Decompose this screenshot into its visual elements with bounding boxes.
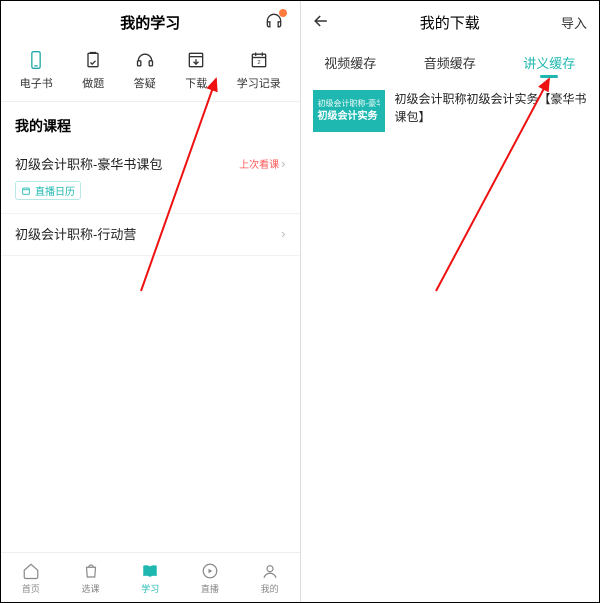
nav-label: 学习记录 <box>237 75 281 91</box>
back-button[interactable] <box>311 11 331 35</box>
nav-practice[interactable]: 做题 <box>82 49 104 91</box>
page-title: 我的下载 <box>420 12 480 33</box>
section-my-courses: 我的课程 <box>1 102 300 144</box>
tab-home[interactable]: 首页 <box>21 561 41 595</box>
tab-courses[interactable]: 选课 <box>81 561 101 595</box>
nav-label: 做题 <box>82 75 104 91</box>
tab-me[interactable]: 我的 <box>260 561 280 595</box>
my-downloads-screen: 我的下载 导入 视频缓存 音频缓存 讲义缓存 初级会计职称-豪华... 初级会计… <box>301 1 600 602</box>
ebook-icon <box>25 49 47 71</box>
nav-qa[interactable]: 答疑 <box>134 49 156 91</box>
nav-ebook[interactable]: 电子书 <box>20 49 53 91</box>
bag-icon <box>81 561 101 581</box>
nav-download[interactable]: 下载 <box>185 49 207 91</box>
my-study-screen: 我的学习 电子书 做题 <box>1 1 300 602</box>
download-title: 初级会计职称初级会计实务【豪华书课包】 <box>395 90 588 126</box>
book-icon <box>140 561 160 581</box>
chevron-right-icon: › <box>281 156 285 171</box>
notification-dot <box>279 9 287 17</box>
course-item[interactable]: 初级会计职称-豪华书课包 上次看课 › 直播日历 <box>1 144 300 214</box>
cache-tabs: 视频缓存 音频缓存 讲义缓存 <box>301 43 600 80</box>
svg-text:2: 2 <box>257 60 260 66</box>
course-item[interactable]: 初级会计职称-行动营 › <box>1 214 300 256</box>
tab-video-cache[interactable]: 视频缓存 <box>324 49 376 80</box>
nav-label: 答疑 <box>134 75 156 91</box>
thumbnail: 初级会计职称-豪华... 初级会计实务 <box>313 90 385 132</box>
last-watched-tag[interactable]: 上次看课 › <box>239 156 285 171</box>
calendar-icon: 2 <box>248 49 270 71</box>
thumbnail-line1: 初级会计职称-豪华... <box>318 99 380 109</box>
download-item[interactable]: 初级会计职称-豪华... 初级会计实务 初级会计职称初级会计实务【豪华书课包】 <box>301 80 600 142</box>
home-icon <box>21 561 41 581</box>
course-name: 初级会计职称-豪华书课包 <box>15 154 162 173</box>
tab-study[interactable]: 学习 <box>140 561 160 595</box>
tab-label: 直播 <box>201 582 219 595</box>
play-circle-icon <box>200 561 220 581</box>
nav-label: 电子书 <box>20 75 53 91</box>
clipboard-icon <box>82 49 104 71</box>
calendar-small-icon <box>21 186 31 196</box>
page-title: 我的学习 <box>120 12 180 33</box>
tab-audio-cache[interactable]: 音频缓存 <box>424 49 476 80</box>
download-icon <box>185 49 207 71</box>
import-button[interactable]: 导入 <box>561 13 587 32</box>
nav-history[interactable]: 2 学习记录 <box>237 49 281 91</box>
chevron-right-icon: › <box>281 226 285 241</box>
header: 我的下载 导入 <box>301 1 600 43</box>
tab-label: 选课 <box>82 582 100 595</box>
top-nav: 电子书 做题 答疑 下载 2 <box>1 43 300 102</box>
support-icon[interactable] <box>264 11 284 35</box>
course-name: 初级会计职称-行动营 <box>15 224 136 243</box>
bottom-nav: 首页 选课 学习 直播 我的 <box>1 552 300 602</box>
tab-live[interactable]: 直播 <box>200 561 220 595</box>
tab-label: 我的 <box>261 582 279 595</box>
tab-handout-cache[interactable]: 讲义缓存 <box>523 49 575 80</box>
arrow-left-icon <box>311 11 331 31</box>
user-icon <box>260 561 280 581</box>
headphones-icon <box>134 49 156 71</box>
thumbnail-line2: 初级会计实务 <box>318 110 380 123</box>
header: 我的学习 <box>1 1 300 43</box>
tab-label: 学习 <box>141 582 159 595</box>
nav-label: 下载 <box>185 75 207 91</box>
live-calendar-tag[interactable]: 直播日历 <box>15 181 81 200</box>
tab-label: 首页 <box>22 582 40 595</box>
